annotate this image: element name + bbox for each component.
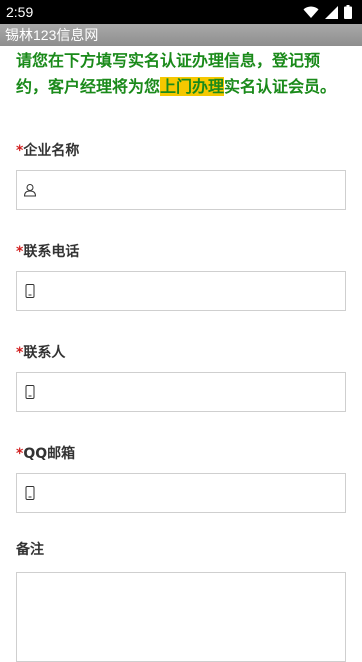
company-name-label: *企业名称 — [16, 140, 362, 160]
phone-icon — [23, 284, 37, 298]
phone-input[interactable] — [16, 271, 346, 311]
qq-email-label: *QQ邮箱 — [16, 443, 362, 463]
qq-email-label-text: QQ邮箱 — [23, 446, 76, 462]
remark-textarea[interactable] — [16, 572, 346, 662]
status-bar: 2:59 — [0, 0, 362, 24]
person-icon — [23, 183, 37, 197]
wifi-icon — [303, 6, 319, 18]
status-icons — [303, 5, 352, 19]
title-bar: 锡林123信息网 — [0, 24, 362, 46]
remark-label: 备注 — [16, 542, 44, 558]
signal-icon — [325, 5, 338, 19]
battery-icon — [344, 5, 352, 19]
intro-text: 请您在下方填写实名认证办理信息，登记预约，客户经理将为您上门办理实名认证会员。 — [16, 48, 346, 100]
company-name-label-text: 企业名称 — [23, 143, 80, 159]
qq-email-input[interactable] — [16, 473, 346, 513]
status-time: 2:59 — [6, 4, 34, 20]
company-name-input[interactable] — [16, 170, 346, 210]
phone-label: *联系电话 — [16, 241, 362, 261]
contact-label-text: 联系人 — [23, 345, 66, 361]
main-content: 请您在下方填写实名认证办理信息，登记预约，客户经理将为您上门办理实名认证会员。 … — [0, 46, 362, 662]
intro-text-after: 实名认证会员。 — [224, 77, 337, 96]
phone-icon — [23, 486, 37, 500]
phone-icon — [23, 385, 37, 399]
contact-label: *联系人 — [16, 342, 362, 362]
intro-highlight: 上门办理 — [160, 77, 225, 96]
contact-input[interactable] — [16, 372, 346, 412]
page-title: 锡林123信息网 — [5, 27, 99, 43]
phone-label-text: 联系电话 — [23, 244, 80, 260]
